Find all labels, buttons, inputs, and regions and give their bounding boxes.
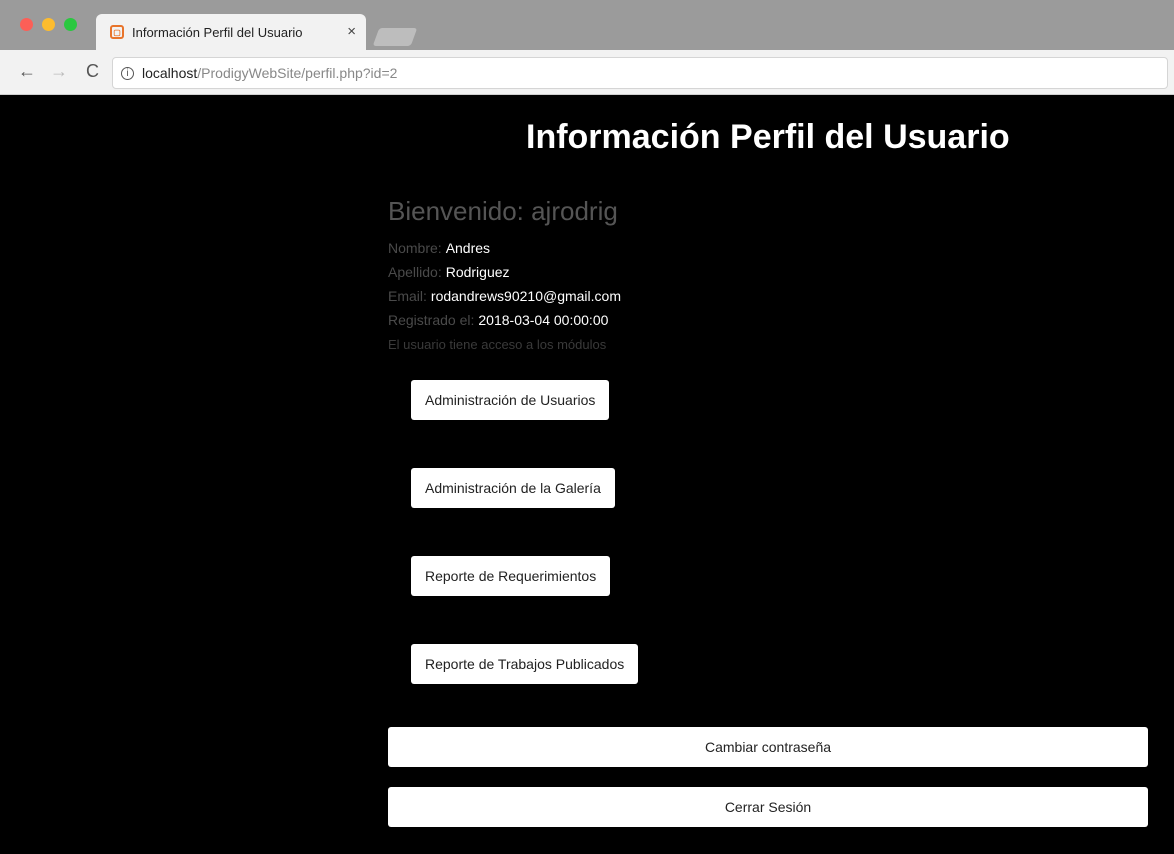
field-apellido: Apellido: Rodriguez <box>388 264 510 280</box>
tab-title: Información Perfil del Usuario <box>132 24 303 40</box>
favicon-icon: ▢ <box>110 25 124 39</box>
field-label: Apellido: <box>388 264 442 280</box>
page-title: Información Perfil del Usuario <box>526 118 1010 156</box>
field-registrado: Registrado el: 2018-03-04 00:00:00 <box>388 312 608 328</box>
address-bar[interactable]: i localhost /ProdigyWebSite/perfil.php?i… <box>112 57 1168 89</box>
admin-gallery-button[interactable]: Administración de la Galería <box>411 468 615 508</box>
welcome-heading: Bienvenido: ajrodrig <box>388 196 618 226</box>
tab-bar: ▢ Información Perfil del Usuario × <box>0 0 1174 50</box>
field-value: rodandrews90210@gmail.com <box>430 288 621 304</box>
minimize-window-button[interactable] <box>42 18 55 31</box>
published-jobs-report-button[interactable]: Reporte de Trabajos Publicados <box>411 644 639 684</box>
access-note: El usuario tiene acceso a los módulos <box>388 337 607 352</box>
field-label: Nombre: <box>388 240 442 256</box>
field-label: Registrado el: <box>388 312 475 328</box>
admin-users-button[interactable]: Administración de Usuarios <box>411 380 610 420</box>
logout-button[interactable]: Cerrar Sesión <box>388 787 1148 827</box>
info-icon[interactable]: i <box>121 66 134 80</box>
forward-icon[interactable]: → <box>50 61 68 82</box>
back-icon[interactable]: ← <box>18 61 36 82</box>
field-label: Email: <box>388 288 427 304</box>
field-value: 2018-03-04 00:00:00 <box>478 312 609 328</box>
requirements-report-button[interactable]: Reporte de Requerimientos <box>411 556 611 596</box>
field-value: Rodriguez <box>445 264 510 280</box>
url-path: /ProdigyWebSite/perfil.php?id=2 <box>197 65 398 81</box>
field-nombre: Nombre: Andres <box>388 240 490 256</box>
url-host: localhost <box>142 65 198 81</box>
field-value: Andres <box>445 240 491 256</box>
change-password-button[interactable]: Cambiar contraseña <box>388 727 1148 767</box>
browser-toolbar: ← → C i localhost /ProdigyWebSite/perfil… <box>0 50 1174 95</box>
new-tab-button[interactable] <box>372 28 418 46</box>
active-tab[interactable]: ▢ Información Perfil del Usuario × <box>96 14 366 50</box>
field-email: Email: rodandrews90210@gmail.com <box>388 288 621 304</box>
maximize-window-button[interactable] <box>64 18 77 31</box>
close-tab-icon[interactable]: × <box>347 23 356 40</box>
reload-icon[interactable]: C <box>86 61 99 82</box>
close-window-button[interactable] <box>20 18 33 31</box>
